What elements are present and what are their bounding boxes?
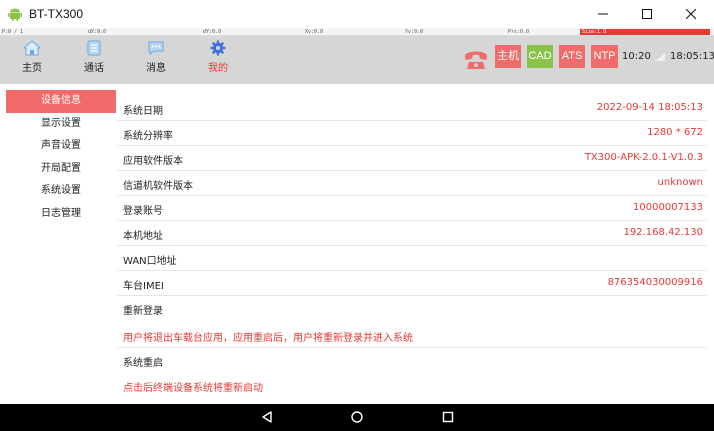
relogin-action[interactable]: 重新登录 xyxy=(117,296,707,321)
reboot-label: 系统重启 xyxy=(123,358,163,369)
info-value: 192.168.42.130 xyxy=(623,227,703,238)
nav-messages-label: 消息 xyxy=(146,63,166,74)
debug-xv: Xv:0.0 xyxy=(305,29,324,35)
status-time-full: 18:05:13 xyxy=(670,51,714,62)
info-key: 登录账号 xyxy=(123,206,163,217)
info-row-local-address: 本机地址 192.168.42.130 xyxy=(117,221,707,246)
maximize-icon xyxy=(642,9,652,19)
info-value: 1280 * 672 xyxy=(647,127,703,138)
debug-size-bar: Size:1.0 xyxy=(580,29,710,35)
info-row-app-version: 应用软件版本 TX300-APK-2.0.1-V1.0.3 xyxy=(117,146,707,171)
home-circle-icon[interactable] xyxy=(350,410,364,424)
android-navigation-bar xyxy=(0,404,714,431)
signal-icon xyxy=(655,53,665,61)
info-key: 系统分辨率 xyxy=(123,131,173,142)
nav-mine[interactable]: 我的 xyxy=(188,40,248,80)
gear-icon xyxy=(210,40,226,56)
nav-calls[interactable]: 通话 xyxy=(64,40,124,80)
info-row-resolution: 系统分辨率 1280 * 672 xyxy=(117,121,707,146)
back-icon[interactable] xyxy=(260,410,274,424)
debug-yv: Yv:0.0 xyxy=(405,29,424,35)
nav-mine-label: 我的 xyxy=(208,63,228,74)
window-title: BT-TX300 xyxy=(29,7,84,21)
info-value: unknown xyxy=(657,177,703,188)
window-title-bar: BT-TX300 xyxy=(0,0,714,28)
nav-home-label: 主页 xyxy=(22,63,42,74)
recents-icon[interactable] xyxy=(441,410,455,424)
debug-size: Size:1.0 xyxy=(582,29,607,35)
info-row-wan-address: WAN口地址 xyxy=(117,246,707,271)
status-time-short: 10:20 xyxy=(622,51,651,62)
minimize-icon xyxy=(598,13,608,15)
nav-calls-label: 通话 xyxy=(84,63,104,74)
close-icon xyxy=(686,9,696,19)
ntp-status-button[interactable]: NTP xyxy=(591,45,618,68)
debug-dx: dX:0.0 xyxy=(88,29,107,35)
relogin-label: 重新登录 xyxy=(123,306,163,317)
info-value: 876354030009916 xyxy=(607,277,703,288)
info-key: WAN口地址 xyxy=(123,256,177,267)
info-row-imei: 车台IMEI 876354030009916 xyxy=(117,271,707,296)
debug-prs: Prs:0.0 xyxy=(508,29,530,35)
info-key: 应用软件版本 xyxy=(123,156,183,167)
info-key: 信道机软件版本 xyxy=(123,181,193,192)
close-button[interactable] xyxy=(668,0,714,28)
info-row-login-account: 登录账号 10000007133 xyxy=(117,196,707,221)
info-key: 本机地址 xyxy=(123,231,163,242)
reboot-note: 点击后终端设备系统将重新启动 xyxy=(123,383,263,394)
sidebar-item-device-info[interactable]: 设备信息 xyxy=(6,90,116,113)
info-value: 10000007133 xyxy=(633,202,703,213)
ats-status-button[interactable]: ATS xyxy=(559,45,585,68)
info-key: 系统日期 xyxy=(123,106,163,117)
message-icon xyxy=(148,41,164,55)
sidebar-item-startup-config[interactable]: 开局配置 xyxy=(6,158,116,181)
info-value: 2022-09-14 18:05:13 xyxy=(596,102,703,113)
sidebar-item-sound[interactable]: 声音设置 xyxy=(6,135,116,158)
home-icon xyxy=(23,40,41,56)
sidebar-item-system[interactable]: 系统设置 xyxy=(6,180,116,203)
cad-status-button[interactable]: CAD xyxy=(527,45,553,68)
sidebar-item-display[interactable]: 显示设置 xyxy=(6,113,116,136)
relogin-note: 用户将退出车载台应用，应用重启后，用户将重新登录并进入系统 xyxy=(123,333,413,344)
pointer-debug-strip: P:0 / 1 dX:0.0 dY:0.0 Xv:0.0 Yv:0.0 Prs:… xyxy=(0,28,714,36)
reboot-action[interactable]: 系统重启 xyxy=(117,348,707,373)
sidebar-item-logs[interactable]: 日志管理 xyxy=(6,203,116,226)
debug-dy: dY:0.0 xyxy=(203,29,222,35)
info-key: 车台IMEI xyxy=(123,281,164,292)
phone-icon[interactable] xyxy=(462,45,490,73)
nav-messages[interactable]: 消息 xyxy=(126,40,186,80)
host-status-button[interactable]: 主机 xyxy=(495,45,521,68)
debug-pointer: P:0 / 1 xyxy=(2,29,24,35)
nav-home[interactable]: 主页 xyxy=(2,40,62,80)
info-value: TX300-APK-2.0.1-V1.0.3 xyxy=(584,152,703,163)
info-row-system-date: 系统日期 2022-09-14 18:05:13 xyxy=(117,96,707,121)
minimize-button[interactable] xyxy=(580,0,626,28)
maximize-button[interactable] xyxy=(624,0,670,28)
info-row-radio-version: 信道机软件版本 unknown xyxy=(117,171,707,196)
contacts-icon xyxy=(87,40,101,56)
android-app-icon xyxy=(8,8,22,21)
settings-sidebar: 设备信息 显示设置 声音设置 开局配置 系统设置 日志管理 xyxy=(6,90,116,225)
